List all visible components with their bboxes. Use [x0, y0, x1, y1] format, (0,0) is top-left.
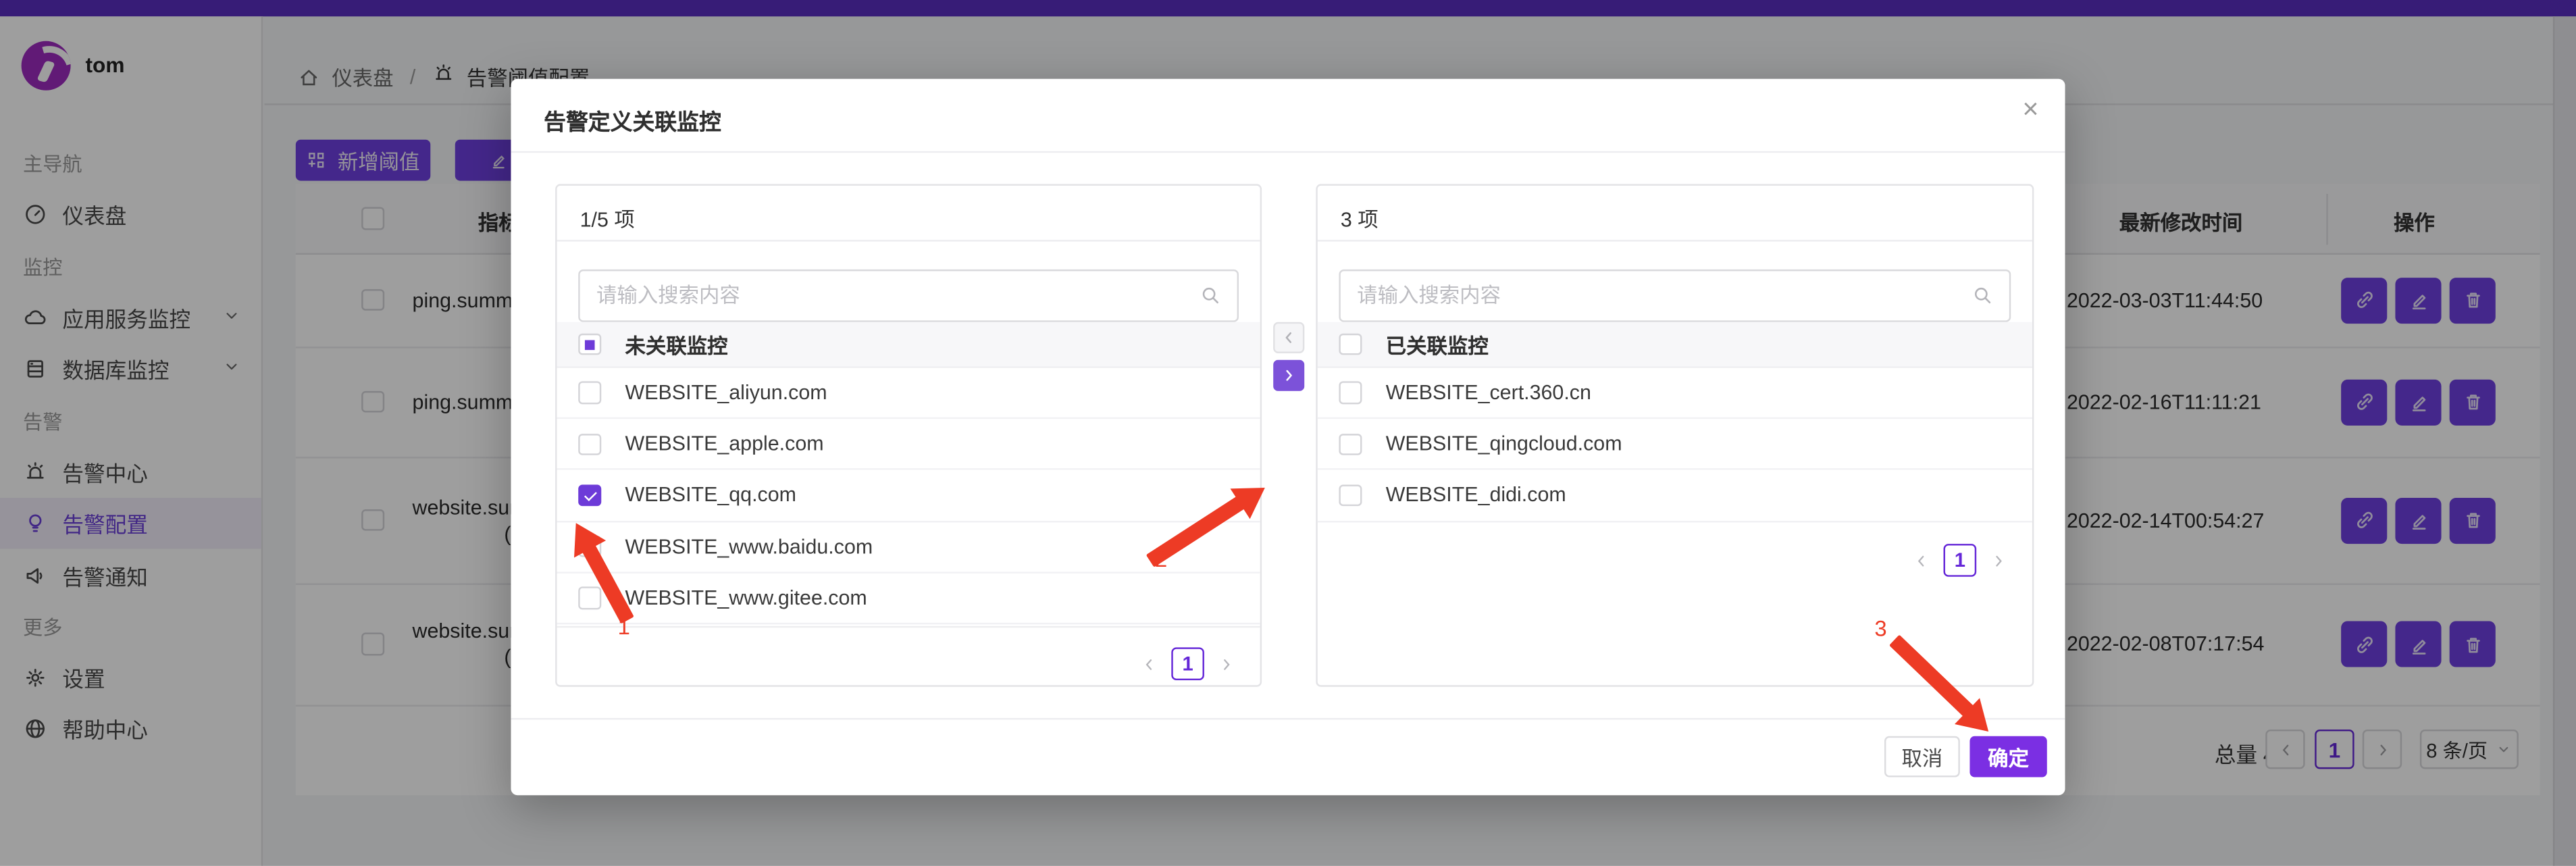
chevron-right-icon[interactable] — [1217, 655, 1235, 673]
search-input[interactable] — [580, 271, 1237, 320]
item-label: WEBSITE_www.baidu.com — [625, 535, 873, 558]
list-item[interactable]: WEBSITE_apple.com — [557, 419, 1260, 471]
list-item[interactable]: WEBSITE_qingcloud.com — [1318, 419, 2032, 471]
dialog-title: 告警定义关联监控 — [544, 103, 721, 136]
item-checkbox[interactable] — [1339, 382, 1361, 404]
list-item[interactable]: WEBSITE_cert.360.cn — [1318, 368, 2032, 419]
panel-pagination: 1 — [1140, 647, 1235, 680]
search-input[interactable] — [1341, 271, 2009, 320]
item-label: WEBSITE_didi.com — [1386, 484, 1566, 507]
item-label: WEBSITE_qq.com — [625, 484, 796, 507]
list-item[interactable]: WEBSITE_qq.com — [557, 471, 1260, 522]
search-box — [1339, 270, 2011, 322]
list-header-label: 已关联监控 — [1386, 328, 1489, 359]
chevron-left-icon[interactable] — [1912, 551, 1930, 569]
panel-pagination: 1 — [1912, 544, 2007, 577]
search-icon — [1972, 284, 1994, 315]
list-header-label: 未关联监控 — [625, 328, 728, 359]
list-item[interactable]: WEBSITE_didi.com — [1318, 471, 2032, 522]
unassociated-count: 1/5 项 — [580, 202, 635, 233]
item-label: WEBSITE_apple.com — [625, 432, 824, 455]
close-icon[interactable]: × — [2022, 95, 2038, 123]
cancel-button[interactable]: 取消 — [1884, 736, 1960, 778]
item-checkbox[interactable] — [578, 587, 600, 609]
chevron-right-icon[interactable] — [1990, 551, 2008, 569]
item-label: WEBSITE_qingcloud.com — [1386, 432, 1622, 455]
panel-current-page[interactable]: 1 — [1171, 647, 1204, 680]
item-checkbox[interactable] — [578, 382, 600, 404]
panel-divider — [557, 240, 1260, 241]
associated-count: 3 项 — [1341, 202, 1379, 233]
panel-current-page[interactable]: 1 — [1944, 544, 1977, 577]
chevron-left-icon[interactable] — [1140, 655, 1158, 673]
chevron-right-icon — [1280, 365, 1298, 384]
search-box — [578, 270, 1239, 322]
search-icon — [1200, 284, 1222, 315]
annotation-label-2: 2 — [1155, 547, 1167, 571]
transfer-left-button[interactable] — [1273, 322, 1304, 353]
screen: tom 主导航 仪表盘 监控 应用服务监控 数据库监控 — [0, 0, 2576, 866]
chevron-left-icon — [1280, 328, 1298, 346]
select-all-checkbox[interactable] — [578, 333, 600, 355]
transfer-right-button[interactable] — [1273, 359, 1304, 390]
item-label: WEBSITE_aliyun.com — [625, 382, 827, 405]
item-checkbox-checked[interactable] — [578, 484, 600, 507]
item-checkbox[interactable] — [578, 433, 600, 455]
dialog-footer-divider — [511, 718, 2065, 719]
item-checkbox[interactable] — [1339, 433, 1361, 455]
list-item[interactable]: WEBSITE_aliyun.com — [557, 368, 1260, 419]
associated-list-header: 已关联监控 — [1318, 322, 2032, 368]
confirm-button[interactable]: 确定 — [1969, 736, 2046, 778]
unassociated-panel: 1/5 项 未关联监控 WEBSITE_aliyun.com WEBSITE_a… — [555, 184, 1262, 686]
panel-divider — [1318, 240, 2032, 241]
select-all-checkbox[interactable] — [1339, 333, 1361, 355]
associate-monitor-dialog: 告警定义关联监控 × 1/5 项 未关联监控 WEBSITE_aliyun.co… — [511, 79, 2065, 796]
item-label: WEBSITE_www.gitee.com — [625, 586, 867, 609]
item-checkbox[interactable] — [1339, 484, 1361, 507]
dialog-header-divider — [511, 151, 2065, 153]
associated-panel: 3 项 已关联监控 WEBSITE_cert.360.cn WEBSITE_qi… — [1316, 184, 2034, 686]
item-label: WEBSITE_cert.360.cn — [1386, 382, 1591, 405]
annotation-label-3: 3 — [1874, 616, 1886, 640]
unassociated-list-header: 未关联监控 — [557, 322, 1260, 368]
annotation-label-1: 1 — [618, 615, 630, 639]
list-item[interactable]: WEBSITE_www.gitee.com — [557, 573, 1260, 624]
